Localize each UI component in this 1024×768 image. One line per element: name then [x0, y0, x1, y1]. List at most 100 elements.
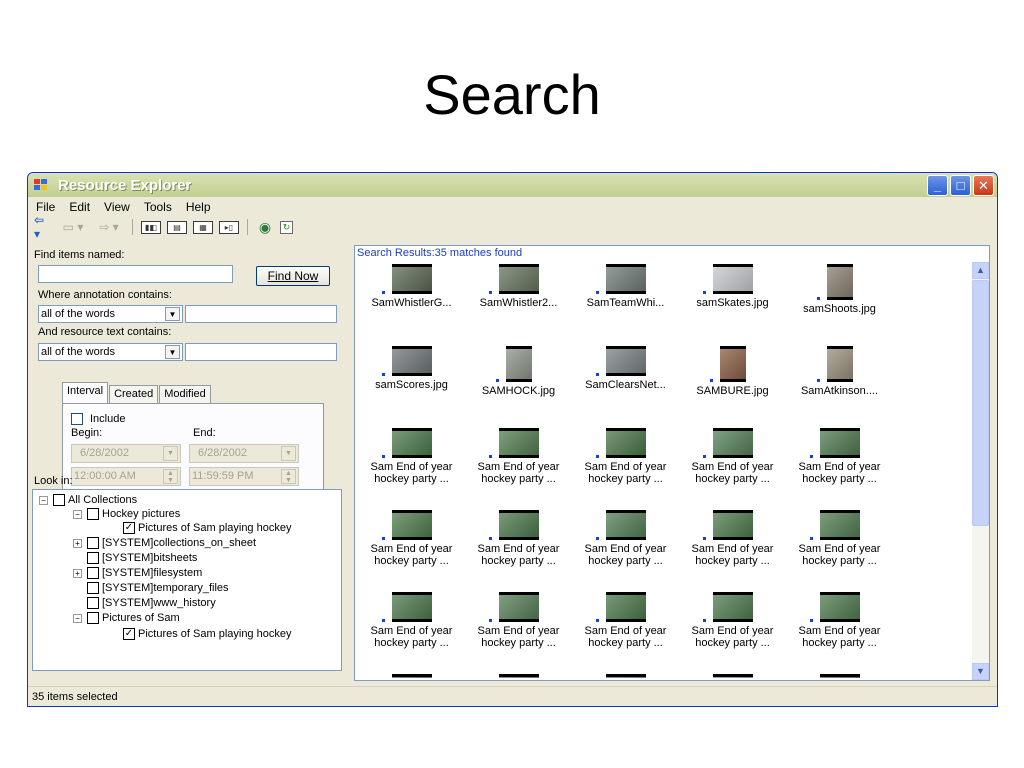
thumbnail-caption: SamTeamWhi...	[586, 297, 665, 309]
tree-node-label: [SYSTEM]www_history	[102, 597, 216, 609]
tree-checkbox[interactable]	[53, 494, 65, 506]
result-thumbnail[interactable]: SamClearsNet...	[573, 346, 678, 391]
find-input[interactable]	[38, 265, 233, 283]
tree-checkbox[interactable]	[87, 508, 99, 520]
result-thumbnail[interactable]: Sam End of year hockey party ...	[573, 428, 678, 485]
tree-node-hockey-pictures[interactable]: − Hockey pictures	[73, 507, 180, 521]
view-thumbnails-icon[interactable]: ▤	[167, 220, 187, 234]
end-time-picker[interactable]: 11:59:59 PM ▲ ▼	[189, 467, 299, 486]
result-thumbnail[interactable]: Sam End of year hockey party ...	[680, 510, 785, 567]
view-filmstrip-icon[interactable]: ▸▯	[219, 220, 239, 234]
selection-marker	[381, 537, 385, 540]
checked-checkbox-icon[interactable]: ✓	[123, 522, 135, 534]
menu-edit[interactable]: Edit	[69, 200, 90, 214]
resource-mode-select[interactable]: all of the words ▼	[38, 343, 183, 361]
refresh-icon[interactable]: ↻	[280, 220, 293, 234]
tree-checkbox[interactable]	[87, 567, 99, 579]
tree-node-all-collections[interactable]: − All Collections	[39, 493, 137, 507]
title-bar[interactable]: Resource Explorer _ □ ✕	[28, 173, 997, 197]
result-thumbnail[interactable]: SamAtkinson....	[787, 346, 892, 397]
result-thumbnail[interactable]	[573, 674, 678, 678]
tab-interval[interactable]: Interval	[62, 382, 109, 403]
result-thumbnail[interactable]: Sam End of year hockey party ...	[787, 510, 892, 567]
result-thumbnail[interactable]: samSkates.jpg	[680, 264, 785, 309]
tree-node-temporary-files[interactable]: [SYSTEM]temporary_files	[87, 581, 229, 595]
result-thumbnail[interactable]: Sam End of year hockey party ...	[787, 592, 892, 649]
view-details-icon[interactable]: ▮◧	[141, 220, 161, 234]
result-thumbnail[interactable]: samScores.jpg	[359, 346, 464, 391]
result-thumbnail[interactable]: Sam End of year hockey party ...	[680, 592, 785, 649]
tree-node-bitsheets[interactable]: [SYSTEM]bitsheets	[87, 551, 197, 565]
resource-text-input[interactable]	[185, 343, 337, 361]
annotation-mode-select[interactable]: all of the words ▼	[38, 305, 183, 323]
checked-checkbox-icon[interactable]: ✓	[123, 628, 135, 640]
menu-view[interactable]: View	[104, 200, 130, 214]
result-thumbnail[interactable]: Sam End of year hockey party ...	[359, 592, 464, 649]
tree-node-collections-on-sheet[interactable]: + [SYSTEM]collections_on_sheet	[73, 536, 256, 550]
annotation-input[interactable]	[185, 305, 337, 323]
include-checkbox[interactable]	[71, 413, 83, 425]
collapse-icon[interactable]: −	[73, 509, 82, 519]
scroll-down-icon[interactable]: ▼	[972, 663, 989, 680]
result-thumbnail[interactable]: Sam End of year hockey party ...	[466, 428, 571, 485]
menu-file[interactable]: File	[36, 200, 55, 214]
vertical-scrollbar[interactable]: ▲ ▼	[972, 262, 989, 680]
tab-created[interactable]: Created	[109, 385, 159, 403]
thumbnail-caption: Sam End of year	[691, 461, 774, 473]
end-date-picker[interactable]: 6/28/2002 ▼	[189, 444, 299, 463]
search-globe-icon[interactable]: ◉	[256, 219, 274, 235]
tree-checkbox[interactable]	[87, 552, 99, 564]
thumbnail-caption: Sam End of year	[798, 543, 881, 555]
scroll-up-icon[interactable]: ▲	[972, 262, 989, 279]
begin-time-picker[interactable]: 12:00:00 AM ▲ ▼	[71, 467, 181, 486]
maximize-button[interactable]: □	[950, 175, 971, 196]
forward-arrow-icon[interactable]: ⇨ ▾	[94, 219, 124, 235]
scroll-thumb[interactable]	[972, 280, 989, 526]
menu-tools[interactable]: Tools	[144, 200, 172, 214]
result-thumbnail[interactable]: samShoots.jpg	[787, 264, 892, 315]
result-thumbnail[interactable]: Sam End of year hockey party ...	[680, 428, 785, 485]
menu-help[interactable]: Help	[186, 200, 211, 214]
result-thumbnail[interactable]: Sam End of year hockey party ...	[359, 510, 464, 567]
collapse-icon[interactable]: −	[73, 613, 82, 623]
tree-node-sam-hockey[interactable]: ✓ Pictures of Sam playing hockey	[123, 521, 291, 535]
result-thumbnail[interactable]: Sam End of year hockey party ...	[359, 428, 464, 485]
find-now-button[interactable]: Find Now	[256, 266, 330, 286]
begin-date-picker[interactable]: 6/28/2002 ▼	[71, 444, 181, 463]
tree-checkbox[interactable]	[87, 597, 99, 609]
collection-tree[interactable]: − All Collections − Hockey pictures ✓ Pi…	[32, 489, 342, 671]
result-thumbnail[interactable]: SamTeamWhi...	[573, 264, 678, 309]
expand-icon[interactable]: +	[73, 568, 82, 578]
result-thumbnail[interactable]	[359, 674, 464, 678]
tree-node-sam-hockey-2[interactable]: ✓ Pictures of Sam playing hockey	[123, 627, 291, 641]
result-thumbnail[interactable]: SamWhistlerG...	[359, 264, 464, 309]
result-thumbnail[interactable]	[680, 674, 785, 678]
tree-node-pictures-of-sam[interactable]: − Pictures of Sam	[73, 611, 180, 625]
minimize-button[interactable]: _	[927, 175, 948, 196]
tree-node-filesystem[interactable]: + [SYSTEM]filesystem	[73, 566, 202, 580]
folder-up-icon[interactable]: ▭ ▾	[58, 219, 88, 235]
result-thumbnail[interactable]: Sam End of year hockey party ...	[787, 428, 892, 485]
tree-checkbox[interactable]	[87, 612, 99, 624]
result-thumbnail[interactable]	[787, 674, 892, 678]
result-thumbnail[interactable]: SAMHOCK.jpg	[466, 346, 571, 397]
tree-node-www-history[interactable]: [SYSTEM]www_history	[87, 596, 216, 610]
collapse-icon[interactable]: −	[39, 495, 48, 505]
back-arrow-icon[interactable]: ⇦ ▾	[34, 213, 52, 241]
tab-modified[interactable]: Modified	[159, 385, 211, 403]
result-thumbnail[interactable]: Sam End of year hockey party ...	[573, 510, 678, 567]
result-thumbnail[interactable]	[466, 674, 571, 678]
close-button[interactable]: ✕	[973, 175, 994, 196]
result-thumbnail[interactable]: Sam End of year hockey party ...	[466, 510, 571, 567]
selection-marker	[488, 291, 492, 294]
view-list-icon[interactable]: ▦	[193, 220, 213, 234]
result-thumbnail[interactable]: Sam End of year hockey party ...	[466, 592, 571, 649]
result-thumbnail[interactable]: SamWhistler2...	[466, 264, 571, 309]
tree-checkbox[interactable]	[87, 582, 99, 594]
tree-checkbox[interactable]	[87, 537, 99, 549]
selection-marker	[702, 455, 706, 458]
expand-icon[interactable]: +	[73, 538, 82, 548]
result-thumbnail[interactable]: Sam End of year hockey party ...	[573, 592, 678, 649]
result-thumbnail[interactable]: SAMBURE.jpg	[680, 346, 785, 397]
begin-time-value: 12:00:00 AM	[74, 470, 136, 482]
